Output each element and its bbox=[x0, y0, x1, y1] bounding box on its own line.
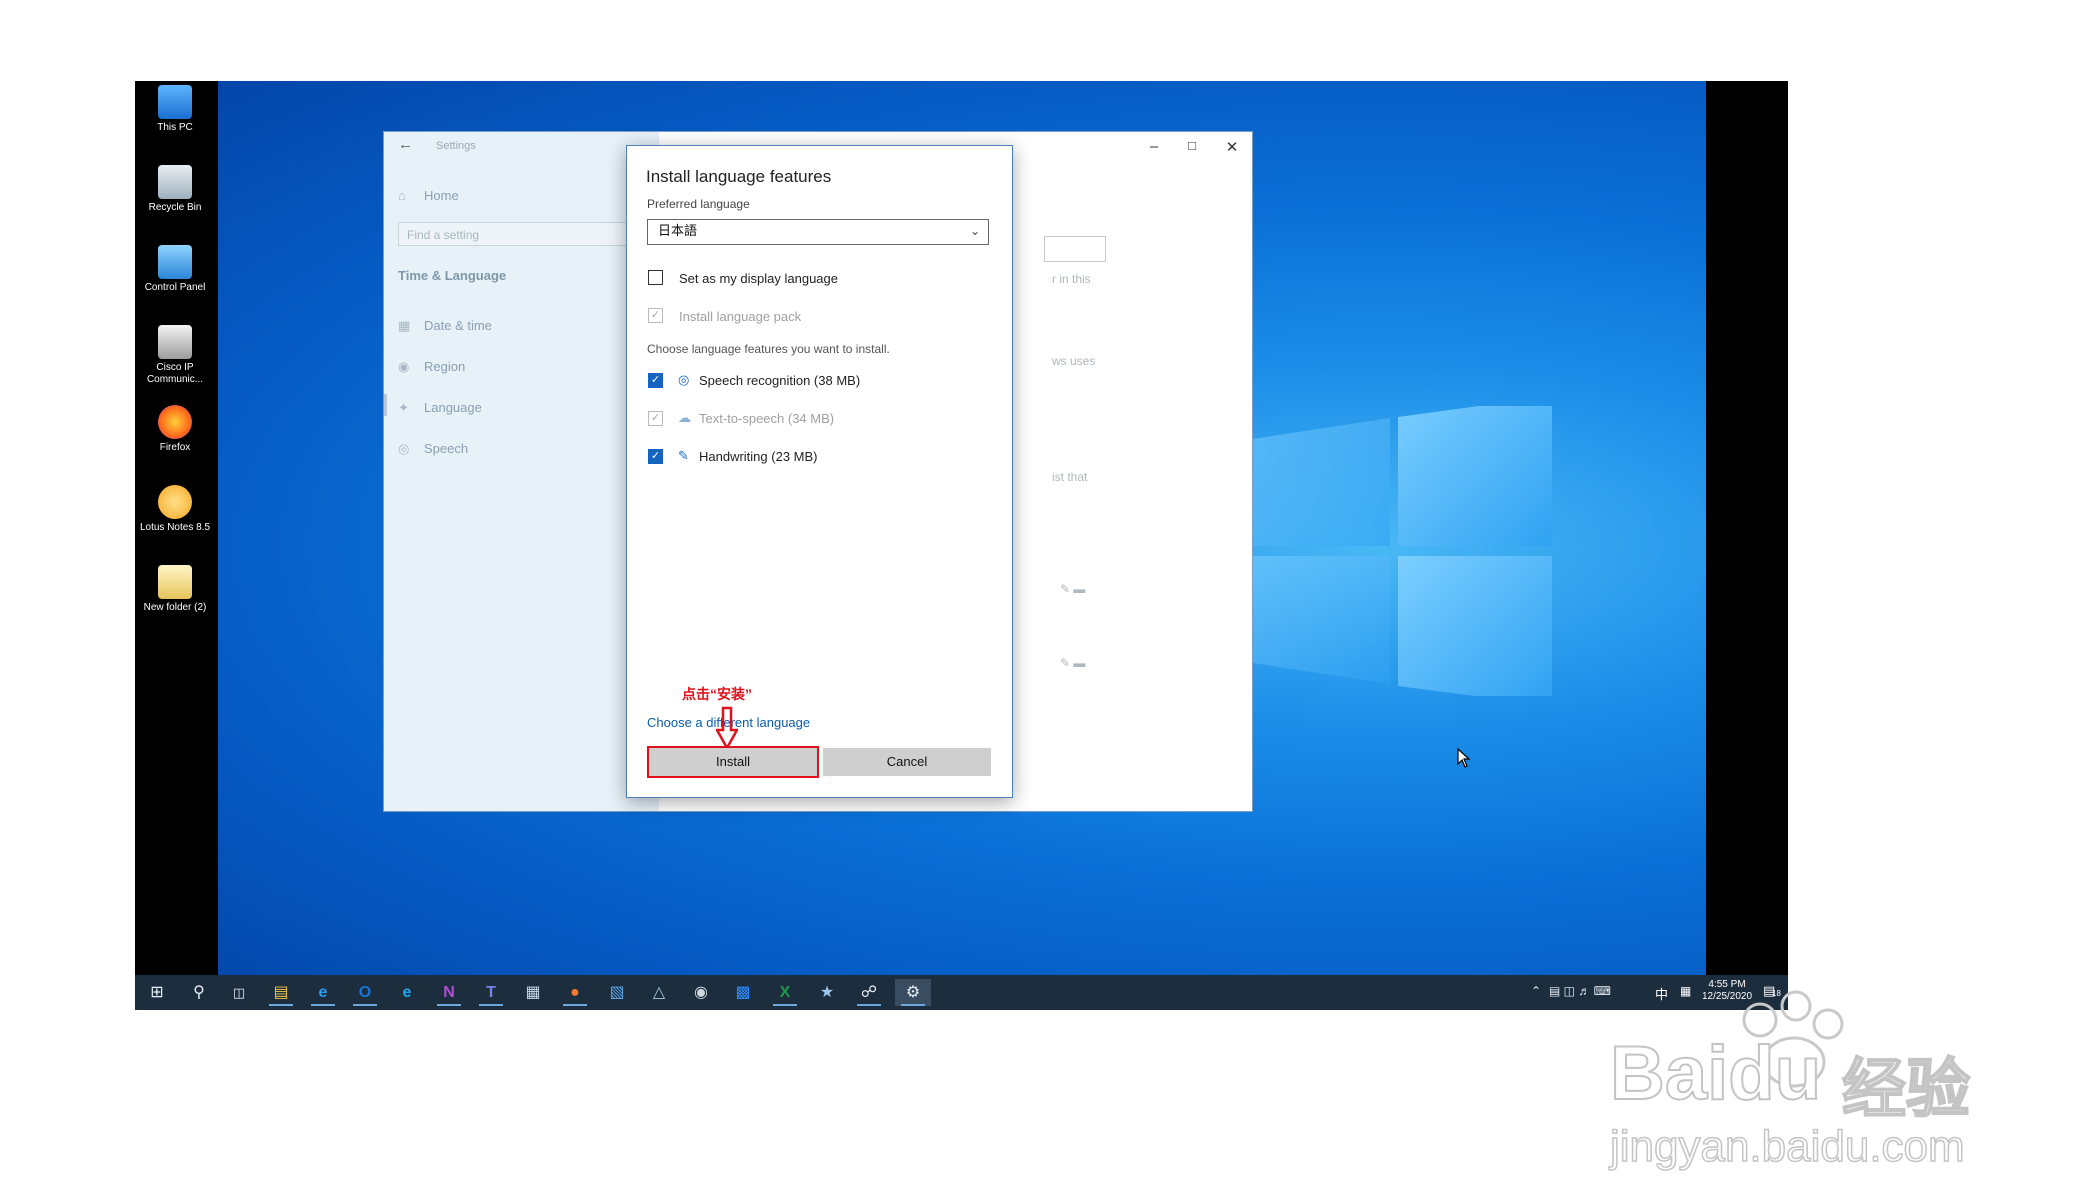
chevron-down-icon: ⌄ bbox=[969, 224, 980, 238]
baidu-watermark: Baidu 经验 jingyan.baidu.com bbox=[1609, 990, 2010, 1195]
desktop-icon-lotus-notes[interactable]: Lotus Notes 8.5 bbox=[139, 485, 211, 534]
watermark-cn: 经验 bbox=[1841, 1052, 1971, 1126]
nav-selected-indicator bbox=[384, 394, 387, 416]
handwriting-label: Handwriting (23 MB) bbox=[699, 449, 818, 464]
back-arrow-icon[interactable]: ← bbox=[398, 136, 413, 153]
annotation-arrow bbox=[716, 706, 738, 750]
settings-icon[interactable]: ⚙ bbox=[895, 979, 931, 1006]
display-language-label: Set as my display language bbox=[679, 271, 838, 286]
search-icon[interactable]: ⚲ bbox=[185, 979, 213, 1006]
cisco-ip-communicator-icon bbox=[158, 325, 192, 359]
app-icon[interactable]: △ bbox=[645, 979, 673, 1006]
install-highlight-box bbox=[647, 746, 819, 778]
text-to-speech-checkbox: ✓ bbox=[648, 411, 663, 426]
desktop-icon-cisco[interactable]: Cisco IP Communic... bbox=[139, 325, 211, 386]
firefox-icon bbox=[158, 405, 192, 439]
feature-icons: ✎ ▬ bbox=[1060, 656, 1086, 670]
nav-region[interactable]: Region bbox=[424, 359, 465, 374]
preferred-language-select[interactable]: 日本語 ⌄ bbox=[647, 219, 989, 245]
nav-date-time[interactable]: Date & time bbox=[424, 318, 492, 333]
desktop-icon-control-panel[interactable]: Control Panel bbox=[139, 245, 211, 294]
annotation-text: 点击“安装” bbox=[682, 686, 752, 702]
start-button[interactable]: ⊞ bbox=[143, 979, 171, 1006]
language-icon: ✦ bbox=[398, 400, 409, 415]
zoom-icon[interactable]: ▩ bbox=[729, 979, 757, 1006]
handwriting-checkbox[interactable]: ✓ bbox=[648, 449, 663, 464]
dialog-title: Install language features bbox=[646, 167, 832, 186]
close-button[interactable]: ✕ bbox=[1222, 138, 1242, 156]
background-text: ws uses bbox=[1052, 354, 1096, 368]
excel-icon[interactable]: X bbox=[771, 979, 799, 1006]
teams-icon[interactable]: T bbox=[477, 979, 505, 1006]
cancel-button[interactable]: Cancel bbox=[823, 748, 991, 776]
section-heading: Time & Language bbox=[398, 268, 507, 283]
microphone-icon: ◎ bbox=[678, 372, 690, 387]
install-language-dialog: Install language features Preferred lang… bbox=[626, 145, 1013, 798]
cisco-icon[interactable]: ☍ bbox=[855, 979, 883, 1006]
chrome-icon[interactable]: ◉ bbox=[687, 979, 715, 1006]
lotus-notes-icon bbox=[158, 485, 192, 519]
task-view-icon[interactable]: ◫ bbox=[225, 979, 253, 1006]
folder-icon bbox=[158, 565, 192, 599]
home-icon: ⌂ bbox=[398, 188, 406, 203]
window-title: Settings bbox=[436, 140, 476, 152]
text-to-speech-label: Text-to-speech (34 MB) bbox=[699, 411, 835, 426]
calendar-clock-icon: ▦ bbox=[398, 318, 411, 333]
nav-home[interactable]: Home bbox=[424, 188, 459, 203]
taskbar: ⊞ ⚲ ◫ ▤ e O e N T ▦ ● ▧ △ ◉ ▩ X ★ ☍ ⚙ ⌃ … bbox=[135, 975, 1788, 1010]
background-text: ist that bbox=[1052, 470, 1088, 484]
screen-border bbox=[1706, 81, 1788, 975]
firefox-icon[interactable]: ● bbox=[561, 979, 589, 1006]
speech-bubble-icon: ☁ bbox=[678, 410, 691, 425]
control-panel-icon bbox=[158, 245, 192, 279]
language-pack-checkbox: ✓ bbox=[648, 308, 663, 323]
speech-recognition-label: Speech recognition (38 MB) bbox=[699, 373, 861, 388]
edge-legacy-icon[interactable]: e bbox=[309, 979, 337, 1006]
onenote-icon[interactable]: N bbox=[435, 979, 463, 1006]
speech-recognition-checkbox[interactable]: ✓ bbox=[648, 373, 663, 388]
minimize-button[interactable]: – bbox=[1144, 138, 1164, 155]
settings-sidebar: ← Settings ⌂ Home Find a setting Time & … bbox=[384, 132, 659, 811]
background-text: r in this bbox=[1052, 272, 1091, 286]
edge-icon[interactable]: e bbox=[393, 979, 421, 1006]
recycle-bin-icon bbox=[158, 165, 192, 199]
pen-icon: ✎ bbox=[678, 448, 689, 463]
computer-icon bbox=[158, 85, 192, 119]
desktop-icon-new-folder[interactable]: New folder (2) bbox=[139, 565, 211, 614]
mouse-cursor-icon bbox=[1457, 748, 1471, 768]
preferred-language-value: 日本語 bbox=[658, 223, 698, 238]
microphone-icon: ◎ bbox=[398, 441, 410, 456]
feature-icons: ✎ ▬ bbox=[1060, 582, 1086, 596]
file-explorer-icon[interactable]: ▤ bbox=[267, 979, 295, 1006]
screen: This PC Recycle Bin Control Panel Cisco … bbox=[135, 81, 1788, 1010]
watermark-url: jingyan.baidu.com bbox=[1609, 1121, 1965, 1172]
globe-icon: ◉ bbox=[398, 359, 410, 374]
nav-speech[interactable]: Speech bbox=[424, 441, 468, 456]
word-icon[interactable]: ▦ bbox=[519, 979, 547, 1006]
search-input[interactable]: Find a setting bbox=[398, 222, 636, 246]
tray-chevron-icon[interactable]: ⌃ bbox=[1531, 984, 1541, 998]
desktop-icon-recycle-bin[interactable]: Recycle Bin bbox=[139, 165, 211, 214]
outlook-icon[interactable]: O bbox=[351, 979, 379, 1006]
desktop-icon-firefox[interactable]: Firefox bbox=[139, 405, 211, 454]
language-pack-label: Install language pack bbox=[679, 309, 802, 324]
background-dropdown bbox=[1044, 236, 1106, 262]
people-icon[interactable]: ▧ bbox=[603, 979, 631, 1006]
nav-language[interactable]: Language bbox=[424, 400, 482, 415]
windows-logo-wallpaper bbox=[1240, 406, 1552, 696]
choose-features-label: Choose language features you want to ins… bbox=[647, 342, 890, 356]
tray-icons[interactable]: ▤ ◫ ♬ ⌨ bbox=[1549, 984, 1611, 998]
watermark-brand2: du bbox=[1727, 1030, 1822, 1117]
network-icon[interactable]: ★ bbox=[813, 979, 841, 1006]
desktop-icon-this-pc[interactable]: This PC bbox=[139, 85, 211, 134]
preferred-language-label: Preferred language bbox=[647, 197, 750, 211]
maximize-button[interactable]: □ bbox=[1182, 138, 1202, 153]
display-language-checkbox[interactable] bbox=[648, 270, 663, 285]
watermark-brand: Bai bbox=[1609, 1030, 1729, 1117]
